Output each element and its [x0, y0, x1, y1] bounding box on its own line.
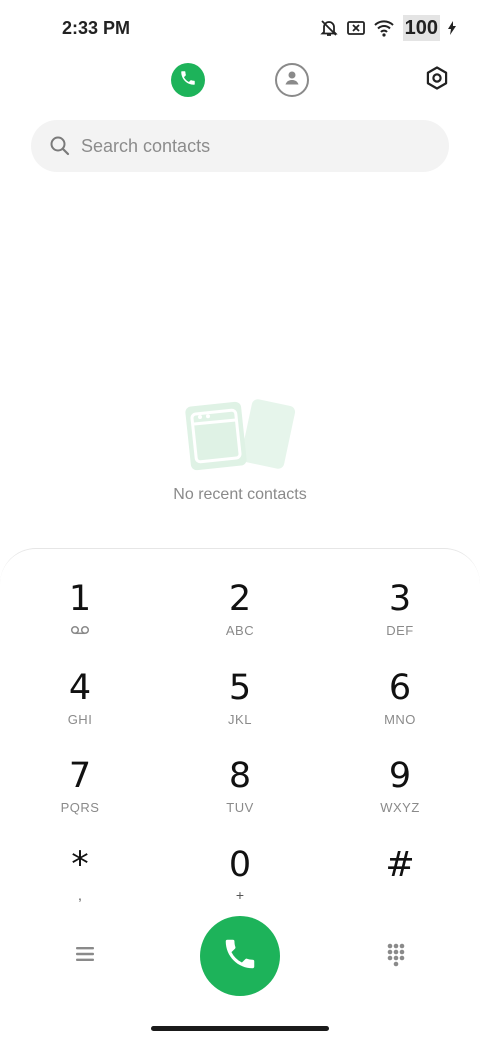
key-digit: *: [71, 845, 89, 885]
key-letters: WXYZ: [380, 800, 420, 815]
key-digit: 0: [228, 845, 252, 885]
battery-level: 100: [402, 15, 440, 41]
call-button[interactable]: [200, 916, 280, 996]
charging-bolt-icon: [448, 21, 456, 35]
key-6[interactable]: 6 MNO: [325, 668, 475, 748]
key-digit: 9: [388, 756, 412, 796]
key-digit: 4: [68, 668, 92, 708]
key-letters: GHI: [67, 712, 93, 727]
key-digit: 1: [68, 579, 92, 619]
key-letters: JKL: [228, 712, 252, 727]
key-2[interactable]: 2 ABC: [165, 579, 315, 659]
tab-recents[interactable]: [171, 63, 205, 97]
key-9[interactable]: 9 WXYZ: [325, 756, 475, 836]
key-3[interactable]: 3 DEF: [325, 579, 475, 659]
key-letters: DEF: [386, 623, 414, 638]
key-digit: 5: [228, 668, 252, 708]
status-bar: 2:33 PM 100: [0, 0, 480, 56]
dialpad-grid-icon: [382, 943, 410, 973]
key-8[interactable]: 8 TUV: [165, 756, 315, 836]
empty-recents-illustration: [184, 398, 296, 479]
menu-button[interactable]: [68, 945, 102, 967]
key-digit: 6: [388, 668, 412, 708]
key-letters: TUV: [226, 800, 254, 815]
dialpad-toggle-button[interactable]: [382, 941, 410, 969]
tab-contacts[interactable]: [275, 63, 309, 97]
key-letters: MNO: [384, 712, 416, 727]
key-letters: ABC: [225, 623, 255, 638]
key-star[interactable]: * ,: [5, 845, 155, 925]
search-input[interactable]: [81, 120, 421, 172]
key-digit: #: [385, 845, 415, 885]
key-digit: 3: [388, 579, 412, 619]
menu-icon: [75, 946, 95, 967]
voicemail-icon: [70, 623, 90, 639]
phone-icon: [221, 935, 259, 978]
key-digit: 2: [228, 579, 252, 619]
search-icon: [49, 135, 71, 162]
status-time: 2:33 PM: [62, 18, 131, 38]
key-5[interactable]: 5 JKL: [165, 668, 315, 748]
wifi-icon: [373, 19, 395, 37]
key-7[interactable]: 7 PQRS: [5, 756, 155, 836]
key-letters: +: [235, 887, 245, 903]
key-4[interactable]: 4 GHI: [5, 668, 155, 748]
phone-icon: [179, 69, 197, 92]
home-indicator[interactable]: [151, 1026, 329, 1031]
key-hash[interactable]: #: [325, 845, 475, 925]
no-sim-icon: [346, 20, 365, 36]
settings-button[interactable]: [420, 63, 454, 97]
key-letters: PQRS: [60, 800, 100, 815]
person-icon: [282, 68, 302, 93]
key-digit: 8: [228, 756, 252, 796]
bell-off-icon: [319, 18, 339, 38]
key-1[interactable]: 1: [5, 579, 155, 659]
search-bar[interactable]: [31, 120, 449, 172]
key-letters: ,: [78, 887, 82, 903]
status-icons: 100: [319, 15, 456, 41]
key-0[interactable]: 0 +: [165, 845, 315, 925]
settings-icon: [424, 65, 450, 96]
key-digit: 7: [68, 756, 92, 796]
empty-state-text: No recent contacts: [173, 486, 307, 503]
